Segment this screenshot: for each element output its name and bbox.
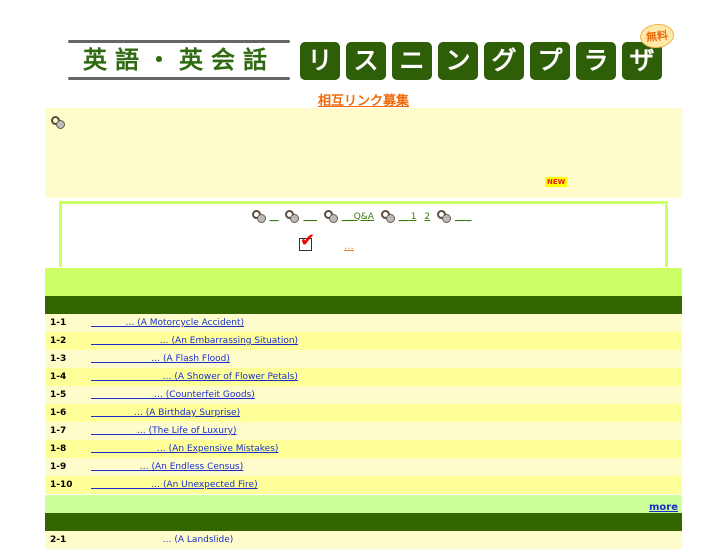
item-number: 1-1 [50,318,67,328]
nav-link[interactable]: __ 1 [399,212,417,222]
logo-tile: リ [300,42,340,80]
list-item: 1-3 … (A Flash Flood) [45,350,682,368]
list-item: 2-1 … (A Landslide) [45,531,682,549]
logo-tiles: リ ス ニ ン グ プ ラ ザ [300,42,662,80]
logo-left: 英語・英会話 [68,40,290,80]
headphones-icon [437,210,452,223]
section2-title-bar [45,513,682,531]
list-item: 1-8 … (An Expensive Mistakes) [45,440,682,458]
headphones-icon [380,210,395,223]
list-item: 1-10 … (An Unexpected Fire) [45,476,682,494]
mutual-link-row: 相互リンク募集 [0,90,727,109]
item-link[interactable]: … (A Motorcycle Accident) [91,318,244,328]
headphones-icon [51,116,65,129]
item-link[interactable]: … (A Birthday Surprise) [91,408,240,418]
section1-list: 1-1 … (A Motorcycle Accident) 1-2 … (An … [45,314,682,494]
logo-rule-top [68,40,290,43]
check-link[interactable]: … [320,241,428,252]
logo-tile: ス [346,42,386,80]
item-link[interactable]: … (An Unexpected Fire) [91,480,258,490]
headphones-icon [251,210,266,223]
logo-tile: グ [484,42,524,80]
nav-link[interactable]: __ _ [455,212,471,222]
item-number: 1-10 [50,480,73,490]
item-link[interactable]: … (An Expensive Mistakes) [91,444,279,454]
item-number: 1-4 [50,372,67,382]
item-number: 1-7 [50,426,67,436]
item-link[interactable]: … (An Endless Census) [91,462,244,472]
section1-title-bar [45,296,682,314]
headphones-icon [285,210,300,223]
item-link[interactable]: … (Counterfeit Goods) [91,390,255,400]
item-number: 1-3 [50,354,67,364]
check-row: … [62,230,665,253]
item-number: 1-5 [50,390,67,400]
nav-link-qa[interactable]: __ Q&A [342,212,374,222]
logo-rule-bottom [68,77,290,80]
item-number: 1-9 [50,462,67,472]
nav-link[interactable]: ___ [303,212,317,222]
list-item: 1-4 … (A Shower of Flower Petals) [45,368,682,386]
mutual-link[interactable]: 相互リンク募集 [318,94,409,109]
list-item: 1-5 … (Counterfeit Goods) [45,386,682,404]
list-item: 1-7 … (The Life of Luxury) [45,422,682,440]
item-number: 1-2 [50,336,67,346]
nav-link[interactable]: __ [270,212,279,222]
nav-box: __ ___ __ Q&A __ 1 2 __ _ … [59,201,668,267]
list-item: 1-6 … (A Birthday Surprise) [45,404,682,422]
notice-box: NEW [45,108,682,198]
logo-tile: ラ [576,42,616,80]
section-header-band [45,268,682,296]
new-badge: NEW [545,177,568,187]
item-number: 1-8 [50,444,67,454]
logo-tile: プ [530,42,570,80]
checkmark-icon [299,230,315,251]
list-item: 1-1 … (A Motorcycle Accident) [45,314,682,332]
item-link[interactable]: … (An Embarrassing Situation) [91,336,298,346]
list-item: 1-9 … (An Endless Census) [45,458,682,476]
item-link[interactable]: … (A Flash Flood) [91,354,230,364]
list-item: 1-2 … (An Embarrassing Situation) [45,332,682,350]
logo-left-text: 英語・英会話 [83,46,275,74]
logo-tile: ン [438,42,478,80]
headphones-icon [323,210,338,223]
item-number: 2-1 [50,535,67,545]
more-row: more [45,495,682,513]
item-number: 1-6 [50,408,67,418]
nav-links: __ ___ __ Q&A __ 1 2 __ _ [62,210,665,223]
item-link[interactable]: … (A Landslide) [91,535,234,545]
more-link[interactable]: more [649,502,678,513]
logo-tile: ニ [392,42,432,80]
item-link[interactable]: … (A Shower of Flower Petals) [91,372,298,382]
item-link[interactable]: … (The Life of Luxury) [91,426,237,436]
site-logo[interactable]: 英語・英会話 リ ス ニ ン グ プ ラ ザ 無料 [68,22,676,86]
section2-list: 2-1 … (A Landslide) [45,531,682,549]
nav-link[interactable]: 2 [424,212,430,222]
